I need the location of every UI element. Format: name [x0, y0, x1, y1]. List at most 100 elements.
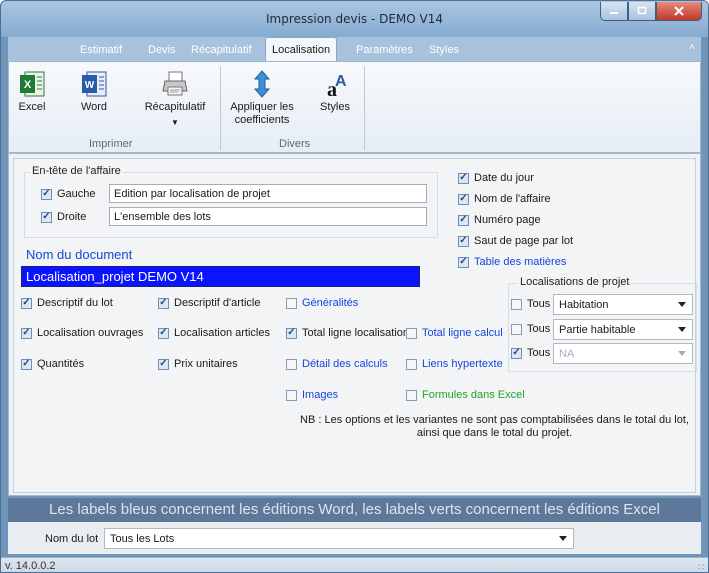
tab-recapitulatif[interactable]: Récapitulatif — [191, 44, 252, 56]
localisation-select-3-value: NA — [559, 348, 575, 360]
close-button[interactable] — [656, 2, 702, 21]
gauche-label: Gauche — [57, 188, 96, 200]
generalites-checkbox[interactable]: Généralités — [286, 297, 358, 309]
tous-label-1: Tous — [527, 298, 551, 310]
descriptif-article-label: Descriptif d'article — [174, 297, 261, 309]
prix-unitaires-checkbox[interactable]: Prix unitaires — [158, 358, 238, 370]
recapitulatif-button[interactable]: Récapitulatif ▼ — [137, 70, 213, 129]
checkbox-box — [458, 214, 469, 226]
saut-de-page-checkbox[interactable]: Saut de page par lot — [458, 235, 573, 247]
lot-bar: Nom du lot Tous les Lots — [8, 522, 701, 554]
table-matieres-checkbox[interactable]: Table des matières — [458, 256, 566, 268]
lot-select[interactable]: Tous les Lots — [104, 528, 574, 549]
excel-button[interactable]: X Excel — [15, 70, 49, 114]
lot-label: Nom du lot — [45, 533, 99, 545]
droite-checkbox[interactable]: Droite — [41, 211, 86, 223]
ribbon-collapse-icon[interactable]: ˄ — [689, 42, 695, 53]
checkbox-box — [41, 188, 52, 200]
liens-hypertexte-checkbox[interactable]: Liens hypertexte — [406, 358, 503, 370]
localisation-articles-checkbox[interactable]: Localisation articles — [158, 327, 270, 339]
word-icon: W — [82, 71, 107, 97]
checkbox-box — [406, 358, 417, 370]
localisation-select-3[interactable]: NA — [553, 343, 693, 364]
checkbox-box — [406, 389, 417, 401]
word-button[interactable]: W Word — [75, 70, 113, 114]
checkbox-box — [458, 256, 469, 268]
word-label: Word — [80, 101, 108, 113]
title-bar[interactable]: Impression devis - DEMO V14 — [1, 1, 708, 37]
liens-hypertexte-label: Liens hypertexte — [422, 358, 503, 370]
chevron-down-icon — [559, 536, 567, 541]
version-label: v. 14.0.0.2 — [5, 560, 56, 572]
gauche-input[interactable]: Edition par localisation de projet — [109, 184, 427, 203]
checkbox-box — [406, 327, 417, 339]
localisation-ouvrages-checkbox[interactable]: Localisation ouvrages — [21, 327, 143, 339]
options-note: NB : Les options et les variantes ne son… — [297, 414, 692, 440]
chevron-down-icon — [678, 351, 686, 356]
status-bar: v. 14.0.0.2 ∷ — [1, 557, 708, 572]
lot-select-value: Tous les Lots — [110, 533, 175, 545]
detail-calculs-checkbox[interactable]: Détail des calculs — [286, 358, 388, 370]
date-du-jour-checkbox[interactable]: Date du jour — [458, 172, 534, 184]
tab-styles[interactable]: Styles — [429, 44, 459, 56]
total-ligne-localisation-label: Total ligne localisation — [302, 327, 410, 339]
chevron-down-icon — [678, 302, 686, 307]
close-icon — [674, 6, 684, 16]
nom-affaire-checkbox[interactable]: Nom de l'affaire — [458, 193, 551, 205]
images-label: Images — [302, 389, 339, 401]
localisation-select-2[interactable]: Partie habitable — [553, 319, 693, 340]
ribbon-group-separator — [364, 66, 365, 150]
svg-text:W: W — [85, 80, 95, 91]
up-down-arrow-icon — [253, 70, 271, 98]
tab-localisation[interactable]: Localisation — [265, 37, 338, 62]
quantites-checkbox[interactable]: Quantités — [21, 358, 84, 370]
descriptif-lot-label: Descriptif du lot — [37, 297, 113, 309]
minimize-icon — [610, 12, 618, 14]
checkbox-box — [511, 323, 522, 335]
generalites-label: Généralités — [302, 297, 359, 309]
appliquer-coefficients-button[interactable]: Appliquer les coefficients — [227, 70, 297, 127]
images-checkbox[interactable]: Images — [286, 389, 338, 401]
styles-button[interactable]: a A Styles — [317, 70, 353, 114]
document-name-input[interactable]: Localisation_projet DEMO V14 — [21, 266, 420, 287]
localisation-select-1[interactable]: Habitation — [553, 294, 693, 315]
total-ligne-localisation-checkbox[interactable]: Total ligne localisation — [286, 327, 409, 339]
resize-grip-icon[interactable]: ∷ — [698, 562, 704, 572]
descriptif-article-checkbox[interactable]: Descriptif d'article — [158, 297, 260, 309]
ribbon-tab-strip: Estimatif Devis Récapitulatif Localisati… — [8, 37, 701, 62]
droite-input[interactable]: L'ensemble des lots — [109, 207, 427, 226]
numero-page-checkbox[interactable]: Numéro page — [458, 214, 541, 226]
localisation-articles-label: Localisation articles — [174, 327, 270, 339]
styles-label: Styles — [320, 101, 350, 113]
tous-checkbox-2[interactable]: Tous — [511, 323, 550, 335]
note-line-1: NB : Les options et les variantes ne son… — [300, 414, 689, 426]
minimize-button[interactable] — [600, 2, 628, 21]
tous-checkbox-3[interactable]: Tous — [511, 347, 550, 359]
appliquer-label-line2: coefficients — [234, 114, 290, 126]
ribbon-group-separator — [220, 66, 221, 150]
chevron-down-icon: ▼ — [171, 118, 179, 127]
checkbox-box — [41, 211, 52, 223]
tous-checkbox-1[interactable]: Tous — [511, 298, 550, 310]
tab-devis[interactable]: Devis — [148, 44, 176, 56]
checkbox-box — [458, 235, 469, 247]
appliquer-label-line1: Appliquer les — [230, 101, 294, 113]
checkbox-box — [158, 358, 169, 370]
total-ligne-calcul-checkbox[interactable]: Total ligne calcul — [406, 327, 503, 339]
tous-label-3: Tous — [527, 347, 551, 359]
tab-estimatif[interactable]: Estimatif — [80, 44, 122, 56]
numero-page-label: Numéro page — [474, 214, 541, 226]
entete-title: En-tête de l'affaire — [30, 165, 123, 177]
localisations-title: Localisations de projet — [518, 276, 632, 288]
checkbox-box — [458, 172, 469, 184]
group-imprimer-label: Imprimer — [89, 138, 133, 150]
ribbon: X Excel W Word Récapitulatif ▼ Appliquer… — [8, 61, 701, 153]
note-line-2: ainsi que dans le total du projet. — [416, 427, 573, 439]
formules-excel-checkbox[interactable]: Formules dans Excel — [406, 389, 525, 401]
maximize-button[interactable] — [628, 2, 656, 21]
descriptif-lot-checkbox[interactable]: Descriptif du lot — [21, 297, 113, 309]
checkbox-box — [158, 327, 169, 339]
gauche-checkbox[interactable]: Gauche — [41, 188, 96, 200]
tab-parametres[interactable]: Paramètres — [356, 44, 413, 56]
checkbox-box — [511, 347, 522, 359]
